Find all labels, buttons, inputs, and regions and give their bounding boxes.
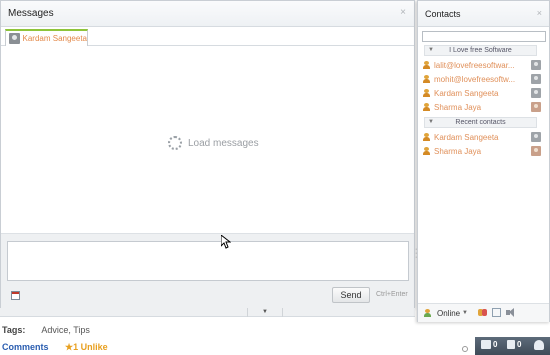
tags-values[interactable]: Advice, Tips [41, 325, 90, 335]
help-icon[interactable] [462, 346, 468, 352]
tags-label: Tags: [2, 325, 26, 335]
alert-count: 0 [517, 340, 522, 349]
contact-item[interactable]: Sharma Jaya [423, 145, 541, 157]
contacts-footer: Online ▼ [418, 303, 549, 322]
chat-icon [481, 340, 491, 349]
contact-name: Kardam Sangeeta [434, 132, 499, 142]
contact-item[interactable]: Kardam Sangeeta [423, 131, 541, 143]
alert-icon [507, 340, 515, 349]
alert-counter[interactable]: 0 [507, 340, 521, 349]
user-avatar-icon [9, 33, 20, 44]
avatar [531, 74, 541, 84]
contact-name: Sharma Jaya [434, 146, 482, 156]
contact-item[interactable]: Kardam Sangeeta [423, 87, 541, 99]
spinner-icon [168, 136, 182, 150]
avatar [531, 88, 541, 98]
loading-text: Load messages [188, 137, 259, 149]
contacts-icon [534, 340, 544, 350]
person-icon [423, 89, 430, 97]
group-header-i-love-free-software[interactable]: ▼ I Love free Software [424, 45, 537, 56]
bottom-toolbar: 0 0 [475, 337, 550, 355]
person-icon [423, 147, 430, 155]
messages-window: Messages × Kardam Sangeeta Load messages… [0, 0, 415, 308]
contacts-panel: Contacts × ▼ I Love free Software lalit@… [417, 0, 550, 322]
message-input[interactable] [7, 241, 409, 281]
comments-link[interactable]: Comments [2, 342, 49, 352]
contacts-title: Contacts [425, 9, 461, 19]
close-icon[interactable]: × [537, 8, 542, 18]
conversation-tabs: Kardam Sangeeta [1, 27, 414, 46]
status-selector[interactable]: Online [437, 309, 460, 318]
messages-titlebar[interactable]: Messages × [1, 1, 414, 27]
contact-search-input[interactable] [422, 31, 546, 42]
status-person-icon [424, 309, 431, 317]
contact-item[interactable]: Sharma Jaya [423, 101, 541, 113]
chat-count: 0 [493, 340, 498, 349]
loading-indicator: Load messages [168, 136, 259, 150]
tags-line: Tags: Advice, Tips [2, 325, 90, 335]
group-icon[interactable] [478, 308, 487, 317]
avatar [531, 132, 541, 142]
send-button[interactable]: Send [332, 287, 370, 303]
compose-area: Send Ctrl+Enter [1, 233, 414, 308]
chevron-down-icon: ▼ [428, 47, 434, 53]
messages-title: Messages [8, 8, 54, 19]
calendar-icon[interactable] [11, 291, 20, 300]
sound-icon[interactable] [506, 308, 515, 317]
person-icon [423, 133, 430, 141]
post-actions: Comments ★1 Unlike [2, 342, 108, 353]
chevron-down-icon: ▼ [428, 119, 434, 125]
tab-label: Kardam Sangeeta [22, 34, 88, 43]
contact-name: Kardam Sangeeta [434, 88, 499, 98]
chevron-down-icon[interactable]: ▼ [462, 310, 468, 316]
group-label: Recent contacts [455, 119, 506, 126]
avatar [531, 102, 541, 112]
close-icon[interactable]: × [400, 7, 406, 18]
contact-name: Sharma Jaya [434, 102, 482, 112]
collapse-toggle[interactable]: ▼ [247, 308, 283, 317]
list-icon[interactable] [492, 308, 501, 317]
contact-item[interactable]: lalit@lovefreesoftwar... [423, 59, 541, 71]
messages-bottom-strip: ▼ [0, 308, 415, 317]
unlike-link[interactable]: ★1 Unlike [65, 342, 108, 352]
contacts-titlebar[interactable]: Contacts × [418, 1, 549, 27]
avatar [531, 146, 541, 156]
group-label: I Love free Software [449, 47, 512, 54]
avatar [531, 60, 541, 70]
contacts-toggle[interactable] [534, 340, 546, 350]
person-icon [423, 61, 430, 69]
person-icon [423, 103, 430, 111]
chat-counter[interactable]: 0 [481, 340, 497, 349]
message-history: Load messages [1, 47, 414, 233]
group-header-recent-contacts[interactable]: ▼ Recent contacts [424, 117, 537, 128]
person-icon [423, 75, 430, 83]
contact-item[interactable]: mohit@lovefreesoftw... [423, 73, 541, 85]
contact-name: lalit@lovefreesoftwar... [434, 60, 515, 70]
send-shortcut-hint: Ctrl+Enter [376, 291, 408, 298]
contact-name: mohit@lovefreesoftw... [434, 74, 516, 84]
tab-conversation-kardam-sangeeta[interactable]: Kardam Sangeeta [5, 29, 88, 46]
